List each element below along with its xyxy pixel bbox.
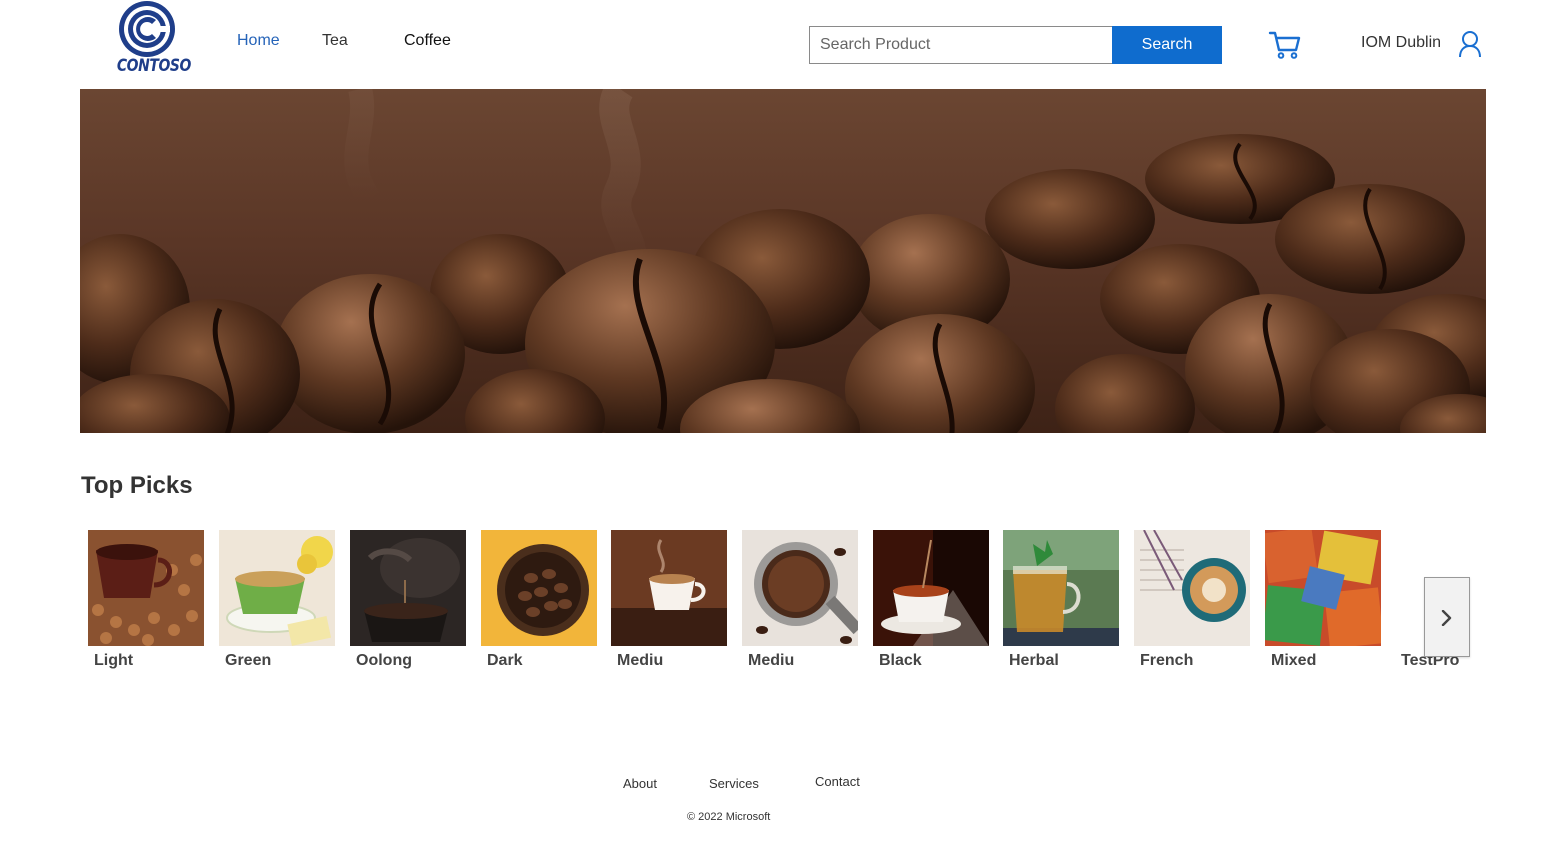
product-card-mixed[interactable]: Mixed	[1265, 530, 1381, 669]
product-label: Mediu	[748, 652, 795, 669]
product-label: Oolong	[356, 652, 412, 669]
product-label: Black	[879, 652, 922, 669]
shopping-cart-icon[interactable]	[1268, 30, 1302, 60]
product-card-black[interactable]: Black	[873, 530, 989, 669]
hero-banner	[80, 89, 1486, 433]
product-image-medium-1	[611, 530, 727, 646]
product-card-medium-2[interactable]: Mediu	[742, 530, 858, 669]
product-image-light	[88, 530, 204, 646]
product-image-mixed	[1265, 530, 1381, 646]
footer-about-link[interactable]: About	[623, 776, 657, 791]
footer-services-link[interactable]: Services	[709, 776, 759, 791]
product-image-herbal	[1003, 530, 1119, 646]
product-card-oolong[interactable]: Oolong	[350, 530, 466, 669]
product-label: Herbal	[1009, 652, 1059, 669]
product-image-dark	[481, 530, 597, 646]
product-label: Mediu	[617, 652, 664, 669]
product-image-french	[1134, 530, 1250, 646]
nav-home[interactable]: Home	[237, 32, 280, 50]
product-label: Light	[94, 652, 134, 669]
product-card-medium-1[interactable]: Mediu	[611, 530, 727, 669]
user-icon[interactable]	[1458, 30, 1482, 58]
contoso-logo-mark-icon	[119, 1, 175, 57]
site-header: CONTOSO Home Tea Coffee Search IOM Dubli…	[0, 0, 1542, 88]
product-card-green[interactable]: Green	[219, 530, 335, 669]
nav-coffee[interactable]: Coffee	[404, 32, 451, 50]
search-button[interactable]: Search	[1112, 26, 1222, 64]
product-card-french[interactable]: French	[1134, 530, 1250, 669]
product-label: Mixed	[1271, 652, 1317, 669]
top-picks-title: Top Picks	[81, 472, 193, 499]
copyright-text: © 2022 Microsoft	[687, 811, 771, 823]
footer-contact-link[interactable]: Contact	[815, 774, 860, 789]
coffee-beans-banner	[80, 89, 1486, 433]
product-image-black	[873, 530, 989, 646]
nav-tea[interactable]: Tea	[322, 32, 348, 50]
product-card-light[interactable]: Light	[88, 530, 204, 669]
product-card-herbal[interactable]: Herbal	[1003, 530, 1119, 669]
user-name[interactable]: IOM Dublin	[1361, 34, 1441, 52]
chevron-right-icon	[1441, 610, 1452, 626]
product-label: Green	[225, 652, 272, 669]
product-label: Dark	[487, 652, 523, 669]
search-input[interactable]	[809, 26, 1113, 64]
contoso-logo[interactable]: CONTOSO	[110, 0, 192, 80]
product-image-oolong	[350, 530, 466, 646]
product-image-green	[219, 530, 335, 646]
logo-text: CONTOSO	[116, 56, 192, 76]
product-card-dark[interactable]: Dark	[481, 530, 597, 669]
product-image-medium-2	[742, 530, 858, 646]
product-label: French	[1140, 652, 1194, 669]
carousel-next-button[interactable]	[1424, 577, 1470, 657]
